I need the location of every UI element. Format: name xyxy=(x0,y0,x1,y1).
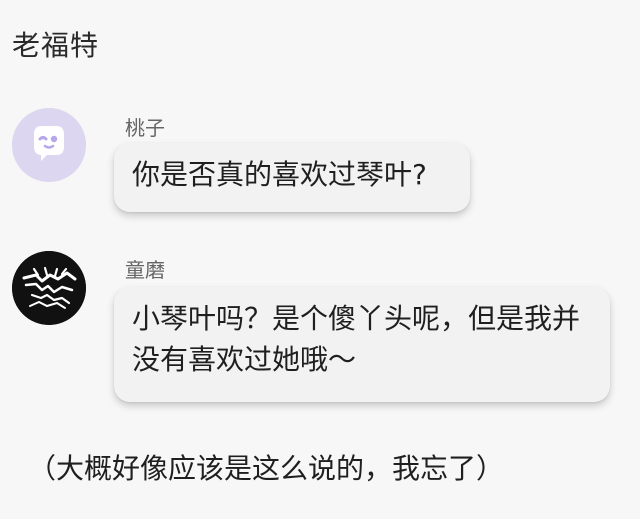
sender-name-tongmo: 童磨 xyxy=(125,258,165,282)
message-bubble-1[interactable]: 你是否真的喜欢过琴叶? xyxy=(114,143,470,212)
message-bubble-2[interactable]: 小琴叶吗？是个傻丫头呢，但是我并没有喜欢过她哦～ xyxy=(114,287,610,402)
sender-name-taozi: 桃子 xyxy=(125,116,165,140)
avatar-taozi[interactable] xyxy=(12,108,86,182)
illustration-avatar-icon xyxy=(12,251,86,325)
chat-face-icon xyxy=(12,108,86,182)
footer-note: （大概好像应该是这么说的，我忘了） xyxy=(28,452,505,485)
avatar-tongmo[interactable] xyxy=(12,251,86,325)
page-title: 老福特 xyxy=(12,29,100,62)
